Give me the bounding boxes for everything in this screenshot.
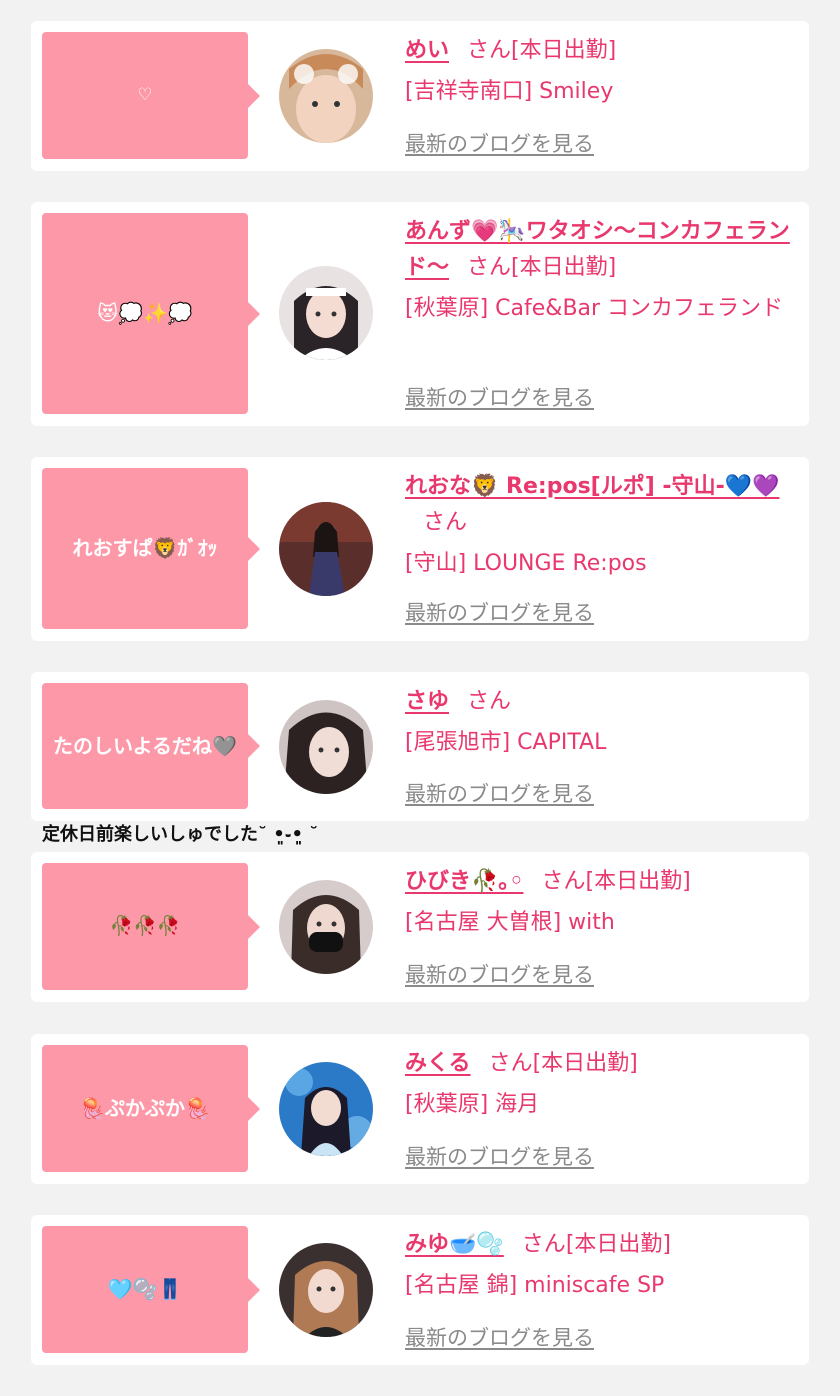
- title-line: めい さん[本日出勤]: [405, 33, 797, 69]
- blog-card[interactable]: 🪼ぷかぷか🪼 みくる さん[本日出勤] [秋葉原] 海月 最新のブログを見る: [31, 1034, 809, 1184]
- info: みゆ🥣🫧 さん[本日出勤] [名古屋 錦] miniscafe SP: [405, 1227, 797, 1303]
- title-line: さゆ さん: [405, 684, 797, 720]
- status-badge: [本日出勤]: [532, 1051, 638, 1076]
- status-badge: [本日出勤]: [511, 255, 617, 280]
- info: さゆ さん [尾張旭市] CAPITAL: [405, 684, 797, 760]
- san-label: さん: [467, 255, 512, 280]
- shop-label: [秋葉原] Cafe&Bar コンカフェランド: [405, 296, 784, 321]
- name-link[interactable]: みくる: [405, 1051, 471, 1076]
- avatar[interactable]: [279, 266, 373, 360]
- blog-link[interactable]: 最新のブログを見る: [405, 1141, 594, 1171]
- comment-bubble: 🪼ぷかぷか🪼: [42, 1045, 260, 1172]
- info: みくる さん[本日出勤] [秋葉原] 海月: [405, 1046, 797, 1122]
- blog-card[interactable]: れおすぱ🦁ｶﾞｵｯ れおな🦁 Re:pos[ルポ] -守山-💙💜 さん [守山] …: [31, 457, 809, 641]
- blog-card[interactable]: 😻💭✨💭 あんず💗🎠ワタオシ〜コンカフェランド〜 さん[本日出勤] [秋葉原] C…: [31, 202, 809, 426]
- blog-card[interactable]: 🥀🥀🥀 ひびき🥀｡◦ さん[本日出勤] [名古屋 大曽根] with 最新のブログ…: [31, 852, 809, 1002]
- blog-link[interactable]: 最新のブログを見る: [405, 382, 594, 412]
- title-line: みくる さん[本日出勤]: [405, 1046, 797, 1082]
- avatar[interactable]: [279, 49, 373, 143]
- name-link[interactable]: れおな🦁 Re:pos[ルポ] -守山-💙💜: [405, 474, 779, 499]
- name-link[interactable]: さゆ: [405, 689, 449, 714]
- info: めい さん[本日出勤] [吉祥寺南口] Smiley: [405, 33, 797, 109]
- title-line: ひびき🥀｡◦ さん[本日出勤]: [405, 864, 797, 900]
- san-label: さん: [541, 869, 586, 894]
- name-link[interactable]: ひびき🥀｡◦: [405, 869, 523, 894]
- avatar[interactable]: [279, 1062, 373, 1156]
- blog-card[interactable]: 🩵🫧👖 みゆ🥣🫧 さん[本日出勤] [名古屋 錦] miniscafe SP 最新…: [31, 1215, 809, 1365]
- status-badge: [本日出勤]: [585, 869, 691, 894]
- overflow-comment: 定休日前楽しいしゅでした˘ •͈֊•͈ ˘: [42, 824, 319, 845]
- comment-bubble: 😻💭✨💭: [42, 213, 260, 414]
- blog-link[interactable]: 最新のブログを見る: [405, 128, 594, 158]
- comment-bubble: れおすぱ🦁ｶﾞｵｯ: [42, 468, 260, 629]
- name-link[interactable]: めい: [405, 38, 449, 63]
- shop-label: [名古屋 錦] miniscafe SP: [405, 1273, 665, 1298]
- title-line: みゆ🥣🫧 さん[本日出勤]: [405, 1227, 797, 1263]
- blog-card[interactable]: ♡ めい さん[本日出勤] [吉祥寺南口] Smiley 最新のブログを見る: [31, 21, 809, 171]
- blog-card[interactable]: たのしいよるだね🩶 さゆ さん [尾張旭市] CAPITAL 最新のブログを見る: [31, 672, 809, 821]
- shop-label: [秋葉原] 海月: [405, 1092, 540, 1117]
- blog-link[interactable]: 最新のブログを見る: [405, 597, 594, 627]
- blog-link[interactable]: 最新のブログを見る: [405, 1322, 594, 1352]
- title-line: あんず💗🎠ワタオシ〜コンカフェランド〜 さん[本日出勤]: [405, 214, 797, 286]
- info: あんず💗🎠ワタオシ〜コンカフェランド〜 さん[本日出勤] [秋葉原] Cafe&B…: [405, 214, 797, 326]
- shop-label: [名古屋 大曽根] with: [405, 910, 615, 935]
- san-label: さん: [488, 1051, 533, 1076]
- san-label: さん: [467, 38, 512, 63]
- comment-bubble: 🥀🥀🥀: [42, 863, 260, 990]
- san-label: さん: [423, 510, 468, 535]
- name-link[interactable]: みゆ🥣🫧: [405, 1232, 504, 1257]
- status-badge: [本日出勤]: [565, 1232, 671, 1257]
- info: ひびき🥀｡◦ さん[本日出勤] [名古屋 大曽根] with: [405, 864, 797, 940]
- status-badge: [本日出勤]: [511, 38, 617, 63]
- san-label: さん: [521, 1232, 566, 1257]
- comment-bubble: 🩵🫧👖: [42, 1226, 260, 1353]
- comment-bubble: ♡: [42, 32, 260, 159]
- avatar[interactable]: [279, 700, 373, 794]
- blog-link[interactable]: 最新のブログを見る: [405, 959, 594, 989]
- avatar[interactable]: [279, 880, 373, 974]
- avatar[interactable]: [279, 502, 373, 596]
- shop-label: [吉祥寺南口] Smiley: [405, 79, 614, 104]
- info: れおな🦁 Re:pos[ルポ] -守山-💙💜 さん [守山] LOUNGE Re:…: [405, 469, 797, 581]
- blog-link[interactable]: 最新のブログを見る: [405, 778, 594, 808]
- avatar[interactable]: [279, 1243, 373, 1337]
- shop-label: [守山] LOUNGE Re:pos: [405, 551, 647, 576]
- san-label: さん: [467, 689, 512, 714]
- comment-bubble: たのしいよるだね🩶: [42, 683, 260, 809]
- shop-label: [尾張旭市] CAPITAL: [405, 730, 607, 755]
- title-line: れおな🦁 Re:pos[ルポ] -守山-💙💜 さん: [405, 469, 797, 541]
